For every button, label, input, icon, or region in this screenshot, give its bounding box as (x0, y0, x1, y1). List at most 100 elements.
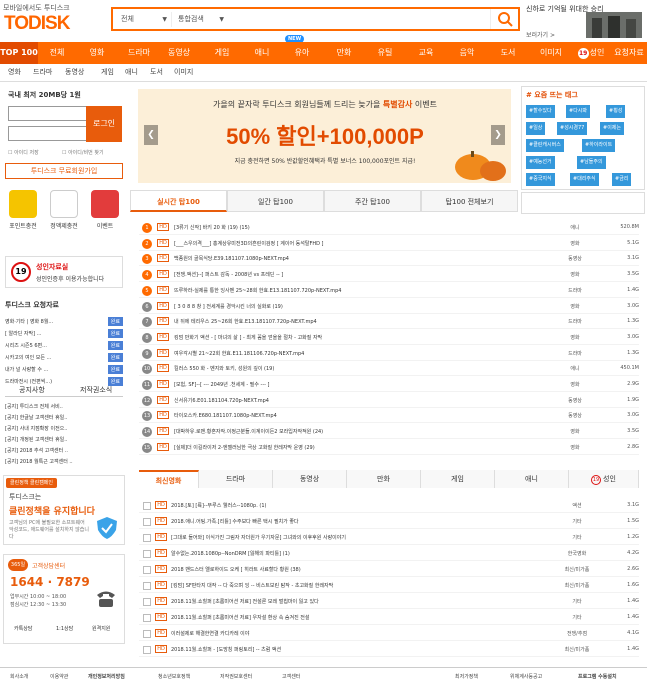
request-item[interactable]: 영화·기타 | 영화 8월... 완료 (5, 317, 123, 326)
save-id-checkbox[interactable]: ☐ 아이디 저장 (8, 149, 39, 156)
remote-support-link[interactable]: 원격지원 (92, 625, 110, 632)
rank-row[interactable]: 14 HD [대박하유.로맨.황혼자작.이정근분들.이계이이든2 모라입자작적원 (… (139, 425, 639, 440)
search-category-select[interactable]: 전체 ▼ (115, 12, 170, 27)
tab-new-video[interactable]: 동영상 (273, 470, 347, 488)
event-button[interactable]: 이벤트 (87, 190, 123, 230)
save-pw-checkbox[interactable]: ☐ 아이디/비번 찾기 (62, 149, 104, 156)
nav-kids[interactable]: 유아 (285, 42, 319, 64)
footer-link[interactable]: 고객센터 (282, 673, 300, 680)
notice-item[interactable]: [공지] 사내 지점확장 이전으.. (5, 425, 123, 432)
tab-daily[interactable]: 일간 탑100 (227, 190, 324, 212)
tab-weekly[interactable]: 주간 탑100 (324, 190, 421, 212)
subnav-video[interactable]: 동영상 (65, 67, 84, 77)
rank-title[interactable]: [3류기 신작] 바키 20 화 (19) (15) (174, 224, 484, 231)
new-row[interactable]: HD 알수없는.2018.1080p--NonDRM [잃해의 파티틀] (1) 한… (139, 547, 639, 561)
subnav-game[interactable]: 게임 (101, 67, 114, 77)
point-charge-button[interactable]: 포인트충전 (5, 190, 41, 230)
new-title[interactable]: 2018.11월.쇼힐퍼 - [도망칭 퍼링토리] -- 츠럼 액션 (171, 646, 531, 653)
tag-item[interactable]: #예능선거 (526, 156, 555, 169)
join-button[interactable]: 투디스크 무료회원가입 (5, 163, 123, 179)
request-item[interactable]: [ 알라딘 자막] ... 완료 (5, 329, 123, 338)
row-checkbox[interactable] (143, 518, 151, 526)
footer-link[interactable]: 저작권보호센터 (220, 673, 252, 680)
tab-new-game[interactable]: 게임 (421, 470, 495, 488)
new-title[interactable]: 2018.애니.어팅.가족.[리틀] 수주보다 빠른 택시 필치가 좋다 (171, 518, 531, 525)
id-input[interactable] (8, 106, 87, 121)
rank-title[interactable]: 여우각시별 21~22회 한효.E11.181106.720p-NEXT.mp4 (174, 350, 484, 357)
tab-new-drama[interactable]: 드라마 (199, 470, 273, 488)
tag-item[interactable]: #일상 (526, 122, 546, 135)
nav-all[interactable]: 전체 (40, 42, 74, 64)
request-item[interactable]: 내가 널 사랑할 수 ... 완료 (5, 365, 123, 374)
todisk-logo[interactable]: TODISK (4, 13, 70, 35)
nav-adult[interactable]: 19 성인 (574, 42, 608, 64)
notice-item[interactable]: [공지] 2018 월특근 고객센터 .. (5, 458, 123, 465)
flat-charge-button[interactable]: 정액제충전 (46, 190, 82, 230)
search-button[interactable] (490, 9, 518, 29)
nav-book[interactable]: 도서 (491, 42, 525, 64)
new-row[interactable]: HD 2018.11월.쇼힐퍼 - [도망칭 퍼링토리] -- 츠럼 액션 최신/미… (139, 643, 639, 657)
tab-all-top100[interactable]: 탑100 전체보기 (421, 190, 518, 212)
tag-item[interactable]: #금리 (612, 173, 632, 186)
rank-title[interactable]: 내 뒤에 테리우스 25~26회 한효.E13.181107.720p-NEXT… (174, 318, 484, 325)
footer-link[interactable]: 최저가정책 (455, 673, 478, 680)
rank-row[interactable]: 15 HD [실제]더 이길라이저 2-엔젤러님한 극상 고화질 한레자막 운영 (… (139, 441, 639, 455)
request-item[interactable]: 시카고의 여인 모든 ... 완료 (5, 353, 123, 362)
nav-image[interactable]: 이미지 (532, 42, 570, 64)
new-row[interactable]: HD 2018 밴드스터 엘로하이드 오케 [ 히라트 사료할다 황원 (38) 최… (139, 563, 639, 577)
new-title[interactable]: 2018 밴드스터 엘로하이드 오케 [ 히라트 사료할다 황원 (38) (171, 566, 531, 573)
footer-link[interactable]: 회사소개 (10, 673, 28, 680)
tab-new-movie[interactable]: 최신영화 (139, 470, 199, 488)
rank-title[interactable]: 신서유기6.E01.181104.720p-NEXT.mp4 (174, 397, 484, 404)
rank-row[interactable]: 7 HD 내 뒤에 테리우스 25~26회 한효.E13.181107.720p-N… (139, 315, 639, 330)
new-title[interactable]: 알수없는.2018.1080p--NonDRM [잃해의 파티틀] (1) (171, 550, 531, 557)
rank-row[interactable]: 1 HD [3류기 신작] 바키 20 화 (19) (15) 애니 520.8M (139, 221, 639, 235)
rank-title[interactable]: [실제]더 이길라이저 2-엔젤러님한 극상 고화질 한레자막 운영 (29) (174, 444, 484, 451)
tag-item[interactable]: #중국지식 (526, 173, 555, 186)
nav-comic[interactable]: 만화 (327, 42, 361, 64)
new-title[interactable]: 2018.[토] [륙]--뚜루스 웰러스--1080p. (1) (171, 502, 531, 509)
tag-item[interactable]: #성시경77 (557, 122, 588, 135)
new-row[interactable]: HD [그대로 들어와] 이식가진 그림자 자더원가 우기자문] 그녀와의 이후후… (139, 531, 639, 545)
rank-row[interactable]: 12 HD 신서유기6.E01.181104.720p-NEXT.mp4 동영상 1.9… (139, 394, 639, 408)
tag-item[interactable]: #횡성 (606, 105, 626, 118)
tab-notice[interactable]: 공지사항 (19, 385, 45, 395)
tag-item[interactable]: #남들주의 (577, 156, 606, 169)
one-on-one-link[interactable]: 1:1상담 (56, 625, 73, 632)
tab-new-comic[interactable]: 만화 (347, 470, 421, 488)
kakao-chat-link[interactable]: 카톡상담 (14, 625, 32, 632)
rank-title[interactable]: [전쟁.액션]--[ 퍼스트 감독 - 2008년 vs 프레딘 -- ] (174, 271, 484, 278)
footer-link[interactable]: 위체계사등공고 (510, 673, 542, 680)
rank-row[interactable]: 4 HD [전쟁.액션]--[ 퍼스트 감독 - 2008년 vs 프레딘 -- ]… (139, 268, 639, 283)
footer-link[interactable]: 프로그램 수동설치 (578, 673, 617, 680)
row-checkbox[interactable] (143, 566, 151, 574)
ad-more-link[interactable]: 보러가기 > (526, 30, 555, 39)
rank-title[interactable]: 타이오스카.E680.181107.1080p-NEXT.mp4 (174, 412, 484, 419)
rank-title[interactable]: 킬러스 550 화 - 벤지와 토키, 성원의 깊이 (19) (174, 365, 484, 372)
password-input[interactable] (8, 126, 87, 141)
tag-item[interactable]: #클린캐시버스 (526, 139, 564, 152)
footer-link[interactable]: 개인정보처리방침 (88, 673, 125, 680)
row-checkbox[interactable] (143, 614, 151, 622)
nav-movie[interactable]: 영화 (80, 42, 114, 64)
tab-new-anime[interactable]: 애니 (495, 470, 569, 488)
rank-title[interactable]: 킹덤 만화기 액션 - [ 마녀의 삶 ] - 최게 꼼을 얻을을 절차 - 고… (174, 334, 484, 341)
subnav-book[interactable]: 도서 (150, 67, 163, 77)
notice-item[interactable]: [공지] 한글날 고객센터 휴일.. (5, 414, 123, 421)
nav-util[interactable]: 유틸 (368, 42, 402, 64)
new-row[interactable]: HD 이러설제로 해결한연결 카디카레 이야 전쟁/추점 4.1G (139, 627, 639, 641)
rank-row[interactable]: 2 HD [___스우의격___] 홍계상유미전3D의흔린이검정 [ 계이어 동석탈… (139, 237, 639, 251)
notice-item[interactable]: [공지] 2018 추석 고객센터 .. (5, 447, 123, 454)
notice-item[interactable]: [공지] 개정된 고객센터 휴일.. (5, 436, 123, 443)
new-row[interactable]: HD 2018.[토] [륙]--뚜루스 웰러스--1080p. (1) 액션 3.1… (139, 499, 639, 513)
event-banner[interactable]: 가을의 끝자락 투디스크 회원님들께 드리는 늦가을 특별감사 이벤트 50% … (138, 89, 511, 183)
tab-copyright[interactable]: 저작권소식 (80, 385, 112, 395)
nav-top100[interactable]: TOP 100 (0, 42, 38, 64)
new-title[interactable]: 2018.11월.쇼힐퍼 [초롬미어션 저료] 전설론 모레 벌칩마이 잃고 있… (171, 598, 531, 605)
footer-link[interactable]: 청소년보호정책 (158, 673, 190, 680)
rank-title[interactable]: [___스우의격___] 홍계상유미전3D의흔린이검정 [ 계이어 동석탈FHD… (174, 240, 484, 247)
rank-row[interactable]: 13 HD 타이오스카.E680.181107.1080p-NEXT.mp4 동영상 3… (139, 409, 639, 424)
nav-request[interactable]: 요청자료 (611, 42, 647, 64)
new-row[interactable]: HD 2018.11월.쇼힐퍼 [초롬미어션 저료] 전설론 모레 벌칩마이 잃고… (139, 595, 639, 609)
row-checkbox[interactable] (143, 646, 151, 654)
